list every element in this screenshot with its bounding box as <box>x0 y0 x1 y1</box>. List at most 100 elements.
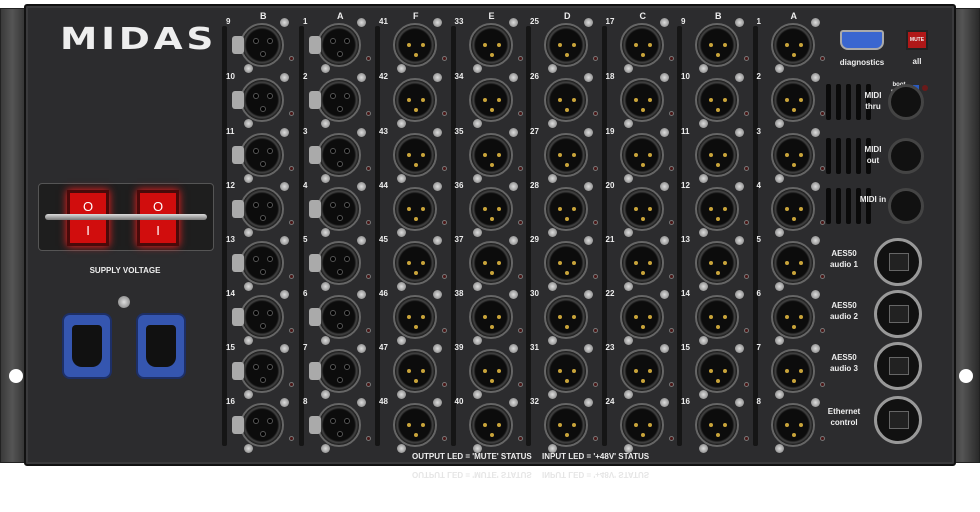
xlr-input-a-6[interactable]: 6 <box>301 289 373 345</box>
latch-release-tab[interactable] <box>232 308 244 326</box>
channel-number: 46 <box>379 289 388 298</box>
latch-release-tab[interactable] <box>309 362 321 380</box>
screw <box>584 128 593 137</box>
xlr-output-c-22[interactable]: 22 <box>604 289 676 345</box>
xlr-output-f-41[interactable]: 41 <box>377 17 449 73</box>
pin <box>791 271 796 275</box>
xlr-output-f-43[interactable]: 43 <box>377 127 449 183</box>
xlr-output-a-3[interactable]: 3 <box>755 127 827 183</box>
latch-release-tab[interactable] <box>309 146 321 164</box>
xlr-output-b-16[interactable]: 16 <box>679 397 751 453</box>
xlr-input-b-16[interactable]: 16 <box>224 397 296 453</box>
xlr-output-e-39[interactable]: 39 <box>453 343 525 399</box>
xlr-output-e-37[interactable]: 37 <box>453 235 525 291</box>
latch-release-tab[interactable] <box>309 308 321 326</box>
latch-release-tab[interactable] <box>232 254 244 272</box>
latch-release-tab[interactable] <box>309 36 321 54</box>
xlr-output-d-30[interactable]: 30 <box>528 289 600 345</box>
latch-release-tab[interactable] <box>232 146 244 164</box>
power-inlet-2[interactable] <box>136 313 186 379</box>
xlr-output-f-44[interactable]: 44 <box>377 181 449 237</box>
xlr-output-b-14[interactable]: 14 <box>679 289 751 345</box>
xlr-output-e-34[interactable]: 34 <box>453 72 525 128</box>
xlr-output-b-9[interactable]: 9 <box>679 17 751 73</box>
latch-release-tab[interactable] <box>309 91 321 109</box>
xlr-input-b-13[interactable]: 13 <box>224 235 296 291</box>
xlr-input-a-4[interactable]: 4 <box>301 181 373 237</box>
xlr-output-d-29[interactable]: 29 <box>528 235 600 291</box>
xlr-input-a-3[interactable]: 3 <box>301 127 373 183</box>
xlr-output-a-1[interactable]: 1 <box>755 17 827 73</box>
xlr-output-a-8[interactable]: 8 <box>755 397 827 453</box>
status-led <box>668 274 674 279</box>
latch-release-tab[interactable] <box>232 200 244 218</box>
xlr-output-d-27[interactable]: 27 <box>528 127 600 183</box>
screw <box>280 18 289 27</box>
xlr-socket <box>240 349 284 393</box>
xlr-output-c-23[interactable]: 23 <box>604 343 676 399</box>
xlr-input-b-10[interactable]: 10 <box>224 72 296 128</box>
xlr-output-c-20[interactable]: 20 <box>604 181 676 237</box>
xlr-output-a-5[interactable]: 5 <box>755 235 827 291</box>
xlr-output-e-40[interactable]: 40 <box>453 397 525 453</box>
xlr-output-b-11[interactable]: 11 <box>679 127 751 183</box>
xlr-output-d-25[interactable]: 25 <box>528 17 600 73</box>
xlr-output-d-28[interactable]: 28 <box>528 181 600 237</box>
xlr-output-a-4[interactable]: 4 <box>755 181 827 237</box>
channel-number: 15 <box>681 343 690 352</box>
midi-port-thru[interactable] <box>888 84 924 120</box>
xlr-input-b-9[interactable]: 9 <box>224 17 296 73</box>
xlr-output-a-7[interactable]: 7 <box>755 343 827 399</box>
xlr-output-e-33[interactable]: 33 <box>453 17 525 73</box>
xlr-output-d-26[interactable]: 26 <box>528 72 600 128</box>
xlr-output-e-38[interactable]: 38 <box>453 289 525 345</box>
xlr-input-a-2[interactable]: 2 <box>301 72 373 128</box>
mute-all-button[interactable]: MUTE <box>906 30 928 50</box>
xlr-output-c-24[interactable]: 24 <box>604 397 676 453</box>
xlr-output-d-31[interactable]: 31 <box>528 343 600 399</box>
xlr-output-a-6[interactable]: 6 <box>755 289 827 345</box>
latch-release-tab[interactable] <box>309 254 321 272</box>
xlr-input-b-12[interactable]: 12 <box>224 181 296 237</box>
xlr-output-b-15[interactable]: 15 <box>679 343 751 399</box>
xlr-input-a-1[interactable]: 1 <box>301 17 373 73</box>
aes50-port-2[interactable] <box>874 290 922 338</box>
xlr-input-a-5[interactable]: 5 <box>301 235 373 291</box>
latch-release-tab[interactable] <box>232 416 244 434</box>
latch-release-tab[interactable] <box>232 91 244 109</box>
xlr-output-e-35[interactable]: 35 <box>453 127 525 183</box>
midi-port-out[interactable] <box>888 138 924 174</box>
aes50-port-3[interactable] <box>874 342 922 390</box>
latch-release-tab[interactable] <box>232 36 244 54</box>
diagnostics-port[interactable] <box>840 30 884 50</box>
xlr-output-f-45[interactable]: 45 <box>377 235 449 291</box>
xlr-output-f-46[interactable]: 46 <box>377 289 449 345</box>
pin <box>482 207 487 211</box>
xlr-input-a-8[interactable]: 8 <box>301 397 373 453</box>
latch-release-tab[interactable] <box>232 362 244 380</box>
xlr-output-d-32[interactable]: 32 <box>528 397 600 453</box>
xlr-output-f-47[interactable]: 47 <box>377 343 449 399</box>
latch-release-tab[interactable] <box>309 200 321 218</box>
xlr-output-b-10[interactable]: 10 <box>679 72 751 128</box>
xlr-output-c-19[interactable]: 19 <box>604 127 676 183</box>
midi-port-in[interactable] <box>888 188 924 224</box>
xlr-input-b-14[interactable]: 14 <box>224 289 296 345</box>
xlr-output-e-36[interactable]: 36 <box>453 181 525 237</box>
xlr-output-f-42[interactable]: 42 <box>377 72 449 128</box>
xlr-input-a-7[interactable]: 7 <box>301 343 373 399</box>
power-inlet-1[interactable] <box>62 313 112 379</box>
xlr-input-b-11[interactable]: 11 <box>224 127 296 183</box>
xlr-input-b-15[interactable]: 15 <box>224 343 296 399</box>
xlr-output-b-12[interactable]: 12 <box>679 181 751 237</box>
xlr-output-b-13[interactable]: 13 <box>679 235 751 291</box>
xlr-output-c-18[interactable]: 18 <box>604 72 676 128</box>
xlr-output-c-21[interactable]: 21 <box>604 235 676 291</box>
status-led <box>744 111 749 116</box>
xlr-output-f-48[interactable]: 48 <box>377 397 449 453</box>
aes50-port-1[interactable] <box>874 238 922 286</box>
ethernet-control-port[interactable] <box>874 396 922 444</box>
latch-release-tab[interactable] <box>309 416 321 434</box>
xlr-output-c-17[interactable]: 17 <box>604 17 676 73</box>
xlr-output-a-2[interactable]: 2 <box>755 72 827 128</box>
